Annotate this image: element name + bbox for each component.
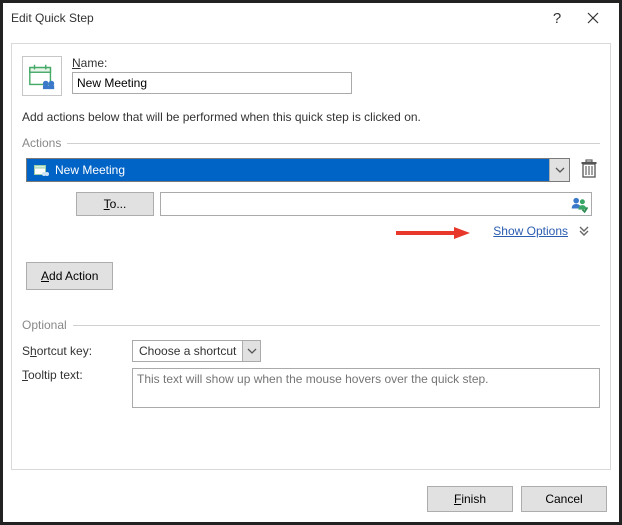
name-input[interactable] [72,72,352,94]
actions-header: Actions [22,136,600,150]
help-button[interactable]: ? [539,3,575,33]
titlebar: Edit Quick Step ? [3,3,619,33]
window-title: Edit Quick Step [11,11,539,25]
shortcut-value: Choose a shortcut [133,341,242,361]
dropdown-arrow[interactable] [242,341,260,361]
action-selected-label: New Meeting [55,163,125,177]
callout-arrow [396,226,470,240]
content-panel: Name: Add actions below that will be per… [11,43,611,470]
double-chevron-down-icon [578,225,590,237]
actions-header-label: Actions [22,136,61,150]
meeting-icon [33,162,49,178]
to-input[interactable] [161,193,591,215]
chevron-down-icon [555,167,565,173]
to-field-wrap [160,192,592,216]
optional-header-label: Optional [22,318,67,332]
add-action-button[interactable]: Add Action [26,262,113,290]
optional-header: Optional [22,318,600,332]
trash-icon [580,159,598,179]
tooltip-textarea[interactable] [132,368,600,408]
expand-button[interactable] [578,225,590,237]
cancel-button[interactable]: Cancel [521,486,607,512]
chevron-down-icon [247,348,257,354]
name-label: Name: [72,56,600,70]
delete-action-button[interactable] [580,159,600,181]
close-icon [587,12,599,24]
tooltip-label: Tooltip text: [22,368,124,382]
instruction-text: Add actions below that will be performed… [22,110,600,124]
show-options-link[interactable]: Show Options [493,224,568,238]
people-icon [570,195,588,213]
quickstep-icon-picker[interactable] [22,56,62,96]
close-button[interactable] [575,3,611,33]
action-type-dropdown[interactable]: New Meeting [26,158,570,182]
dropdown-arrow[interactable] [549,159,569,181]
dialog-footer: Finish Cancel [427,486,607,512]
shortcut-label: Shortcut key: [22,344,124,358]
to-button[interactable]: To... [76,192,154,216]
address-book-button[interactable] [570,195,588,216]
shortcut-select[interactable]: Choose a shortcut [132,340,261,362]
dialog-window: Edit Quick Step ? Name: [0,0,622,525]
meeting-icon [27,61,57,91]
finish-button[interactable]: Finish [427,486,513,512]
